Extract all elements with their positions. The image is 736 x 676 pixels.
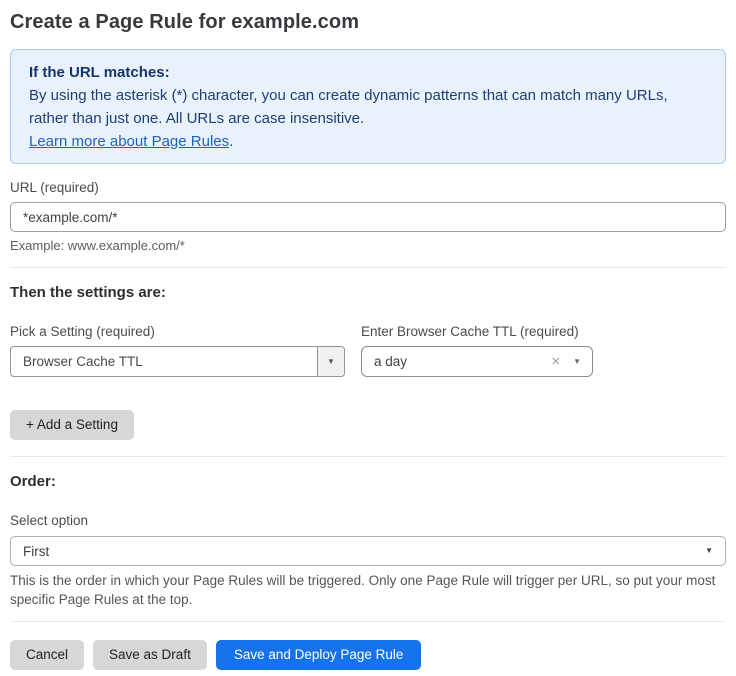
order-section-heading: Order: bbox=[10, 473, 726, 491]
url-match-info-banner: If the URL matches: By using the asteris… bbox=[10, 49, 726, 164]
add-setting-button[interactable]: + Add a Setting bbox=[10, 410, 134, 440]
clear-icon[interactable]: × bbox=[551, 354, 560, 369]
url-example-helper: Example: www.example.com/* bbox=[10, 238, 726, 253]
browser-cache-ttl-value: a day bbox=[362, 354, 551, 369]
chevron-down-icon: ▼ bbox=[573, 358, 581, 366]
pick-setting-caret-button[interactable]: ▼ bbox=[317, 347, 344, 376]
chevron-down-icon: ▼ bbox=[705, 547, 713, 555]
save-as-draft-button[interactable]: Save as Draft bbox=[93, 640, 207, 670]
link-period: . bbox=[229, 133, 233, 150]
page-title: Create a Page Rule for example.com bbox=[10, 8, 726, 36]
url-field-label: URL (required) bbox=[10, 180, 726, 196]
settings-labels-row: Pick a Setting (required) Enter Browser … bbox=[10, 324, 726, 340]
pick-setting-dropdown[interactable]: Browser Cache TTL ▼ bbox=[10, 346, 345, 377]
settings-section-heading: Then the settings are: bbox=[10, 284, 726, 302]
info-banner-link-line: Learn more about Page Rules. bbox=[29, 130, 707, 153]
settings-row: Browser Cache TTL ▼ a day × ▼ bbox=[10, 346, 726, 377]
divider bbox=[10, 267, 726, 268]
info-banner-heading: If the URL matches: bbox=[29, 61, 707, 84]
url-input[interactable] bbox=[10, 202, 726, 232]
divider bbox=[10, 456, 726, 457]
browser-cache-ttl-dropdown[interactable]: a day × ▼ bbox=[361, 346, 593, 377]
order-helper-text: This is the order in which your Page Rul… bbox=[10, 571, 726, 609]
pick-setting-value: Browser Cache TTL bbox=[11, 354, 317, 369]
learn-more-link[interactable]: Learn more about Page Rules bbox=[29, 133, 229, 150]
info-banner-body: By using the asterisk (*) character, you… bbox=[29, 84, 707, 130]
order-select-label: Select option bbox=[10, 513, 726, 529]
footer-actions: Cancel Save as Draft Save and Deploy Pag… bbox=[10, 640, 726, 670]
order-select-value: First bbox=[11, 544, 705, 559]
chevron-down-icon: ▼ bbox=[327, 358, 335, 366]
pick-setting-label: Pick a Setting (required) bbox=[10, 324, 361, 340]
order-select[interactable]: First ▼ bbox=[10, 536, 726, 566]
divider bbox=[10, 621, 726, 622]
cancel-button[interactable]: Cancel bbox=[10, 640, 84, 670]
save-and-deploy-button[interactable]: Save and Deploy Page Rule bbox=[216, 640, 422, 670]
browser-cache-ttl-label: Enter Browser Cache TTL (required) bbox=[361, 324, 579, 340]
